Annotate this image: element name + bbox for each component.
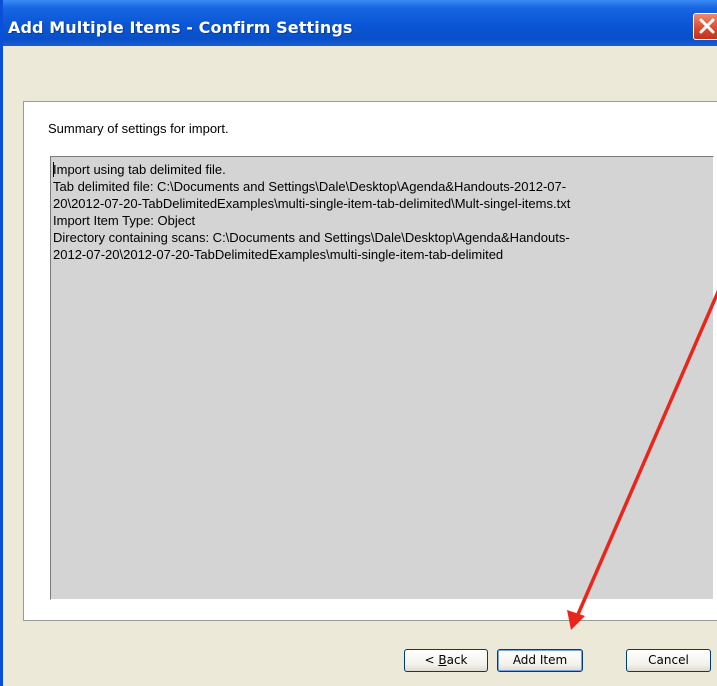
close-icon [699,18,715,34]
close-button[interactable] [693,13,717,40]
summary-line: Directory containing scans: C:\Documents… [53,230,570,245]
summary-line-text: Import using tab delimited file. [53,162,226,177]
cancel-button[interactable]: Cancel [626,649,711,672]
summary-line: 20\2012-07-20-TabDelimitedExamples\multi… [53,196,571,211]
text-caret [53,162,54,177]
summary-line: 2012-07-20\2012-07-20-TabDelimitedExampl… [53,247,504,262]
window-title: Add Multiple Items - Confirm Settings [8,18,353,37]
settings-panel: Summary of settings for import. Import u… [23,101,717,621]
summary-line: Import using tab delimited file. [53,161,711,178]
summary-textbox[interactable]: Import using tab delimited file. Tab del… [50,156,714,600]
back-button[interactable]: < Back [404,649,488,672]
summary-line: Import Item Type: Object [53,213,196,228]
back-label-mnemonic: B [438,653,447,667]
add-item-button[interactable]: Add Item [497,649,583,672]
summary-label: Summary of settings for import. [48,121,229,136]
summary-line: Tab delimited file: C:\Documents and Set… [53,179,567,194]
title-bar[interactable]: Add Multiple Items - Confirm Settings [3,0,717,46]
back-label-rest: ack [446,653,468,667]
dialog-window: Add Multiple Items - Confirm Settings Su… [0,0,717,686]
back-label-prefix: < [424,653,439,667]
